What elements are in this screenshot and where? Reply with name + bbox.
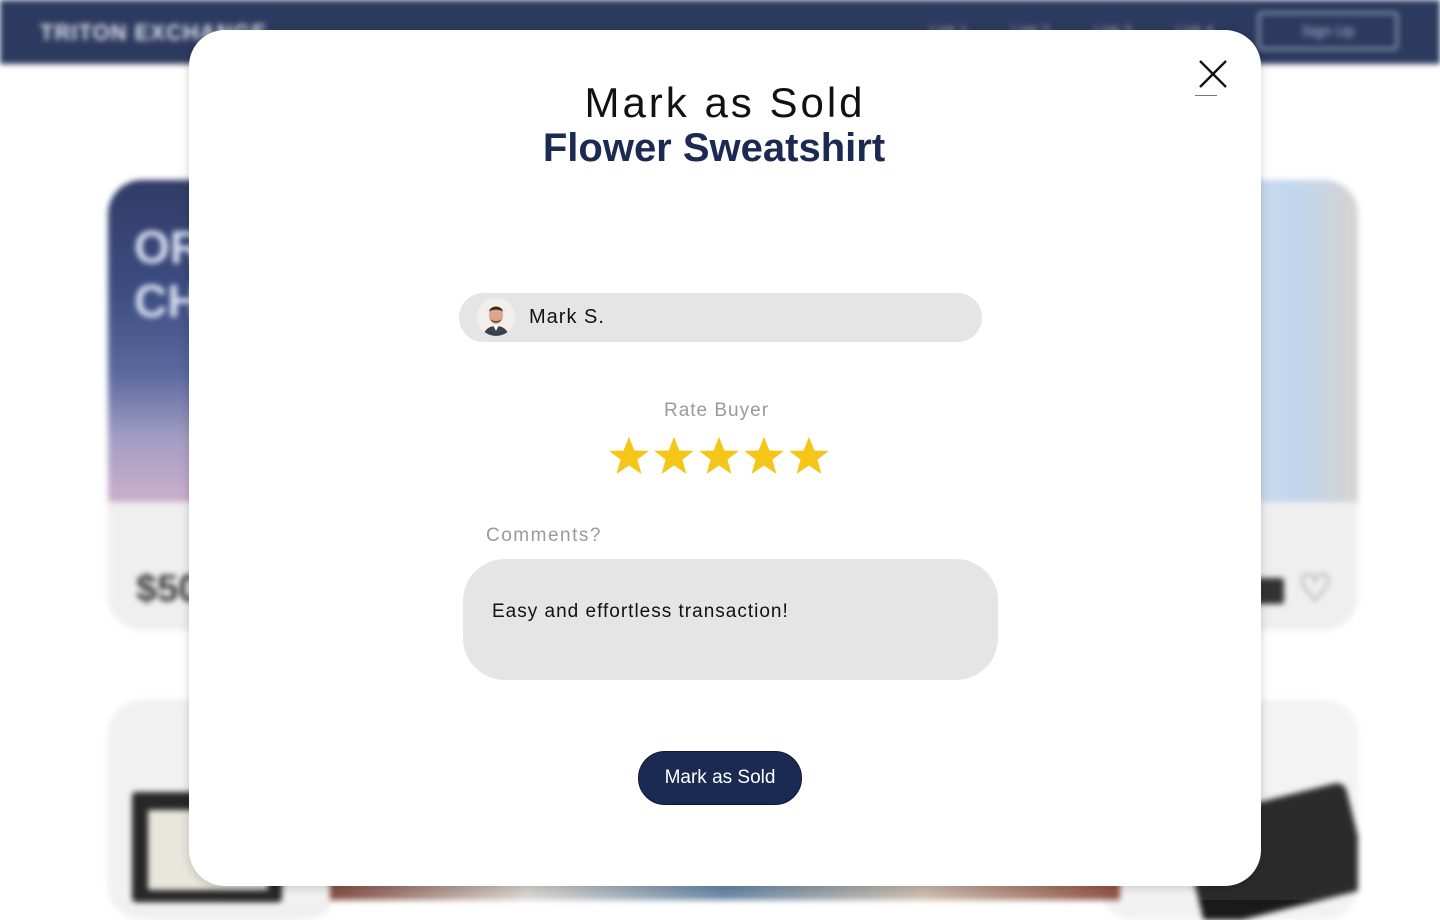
- item-name: Flower Sweatshirt: [542, 126, 886, 170]
- avatar-photo-icon: [477, 298, 515, 336]
- modal-title: Mark as Sold: [584, 79, 866, 126]
- close-button[interactable]: [1195, 58, 1237, 102]
- star-icon-4[interactable]: [742, 430, 786, 482]
- mark-as-sold-button[interactable]: Mark as Sold: [638, 751, 802, 805]
- close-icon: [1199, 60, 1227, 88]
- buyer-select[interactable]: Mark S.: [459, 293, 982, 342]
- star-icon-2[interactable]: [652, 430, 696, 482]
- star-rating: [607, 430, 833, 482]
- star-icon-1[interactable]: [607, 430, 651, 482]
- star-icon-5[interactable]: [787, 430, 831, 482]
- rate-buyer-label: Rate Buyer: [663, 400, 770, 421]
- avatar: [477, 298, 515, 336]
- comments-input[interactable]: Easy and effortless transaction!: [463, 559, 998, 680]
- mark-as-sold-modal: Mark as Sold Flower Sweatshirt Mark S. R…: [189, 30, 1261, 886]
- close-underline: [1195, 95, 1217, 99]
- comments-label: Comments?: [486, 525, 602, 546]
- buyer-name: Mark S.: [529, 306, 605, 328]
- star-icon-3[interactable]: [697, 430, 741, 482]
